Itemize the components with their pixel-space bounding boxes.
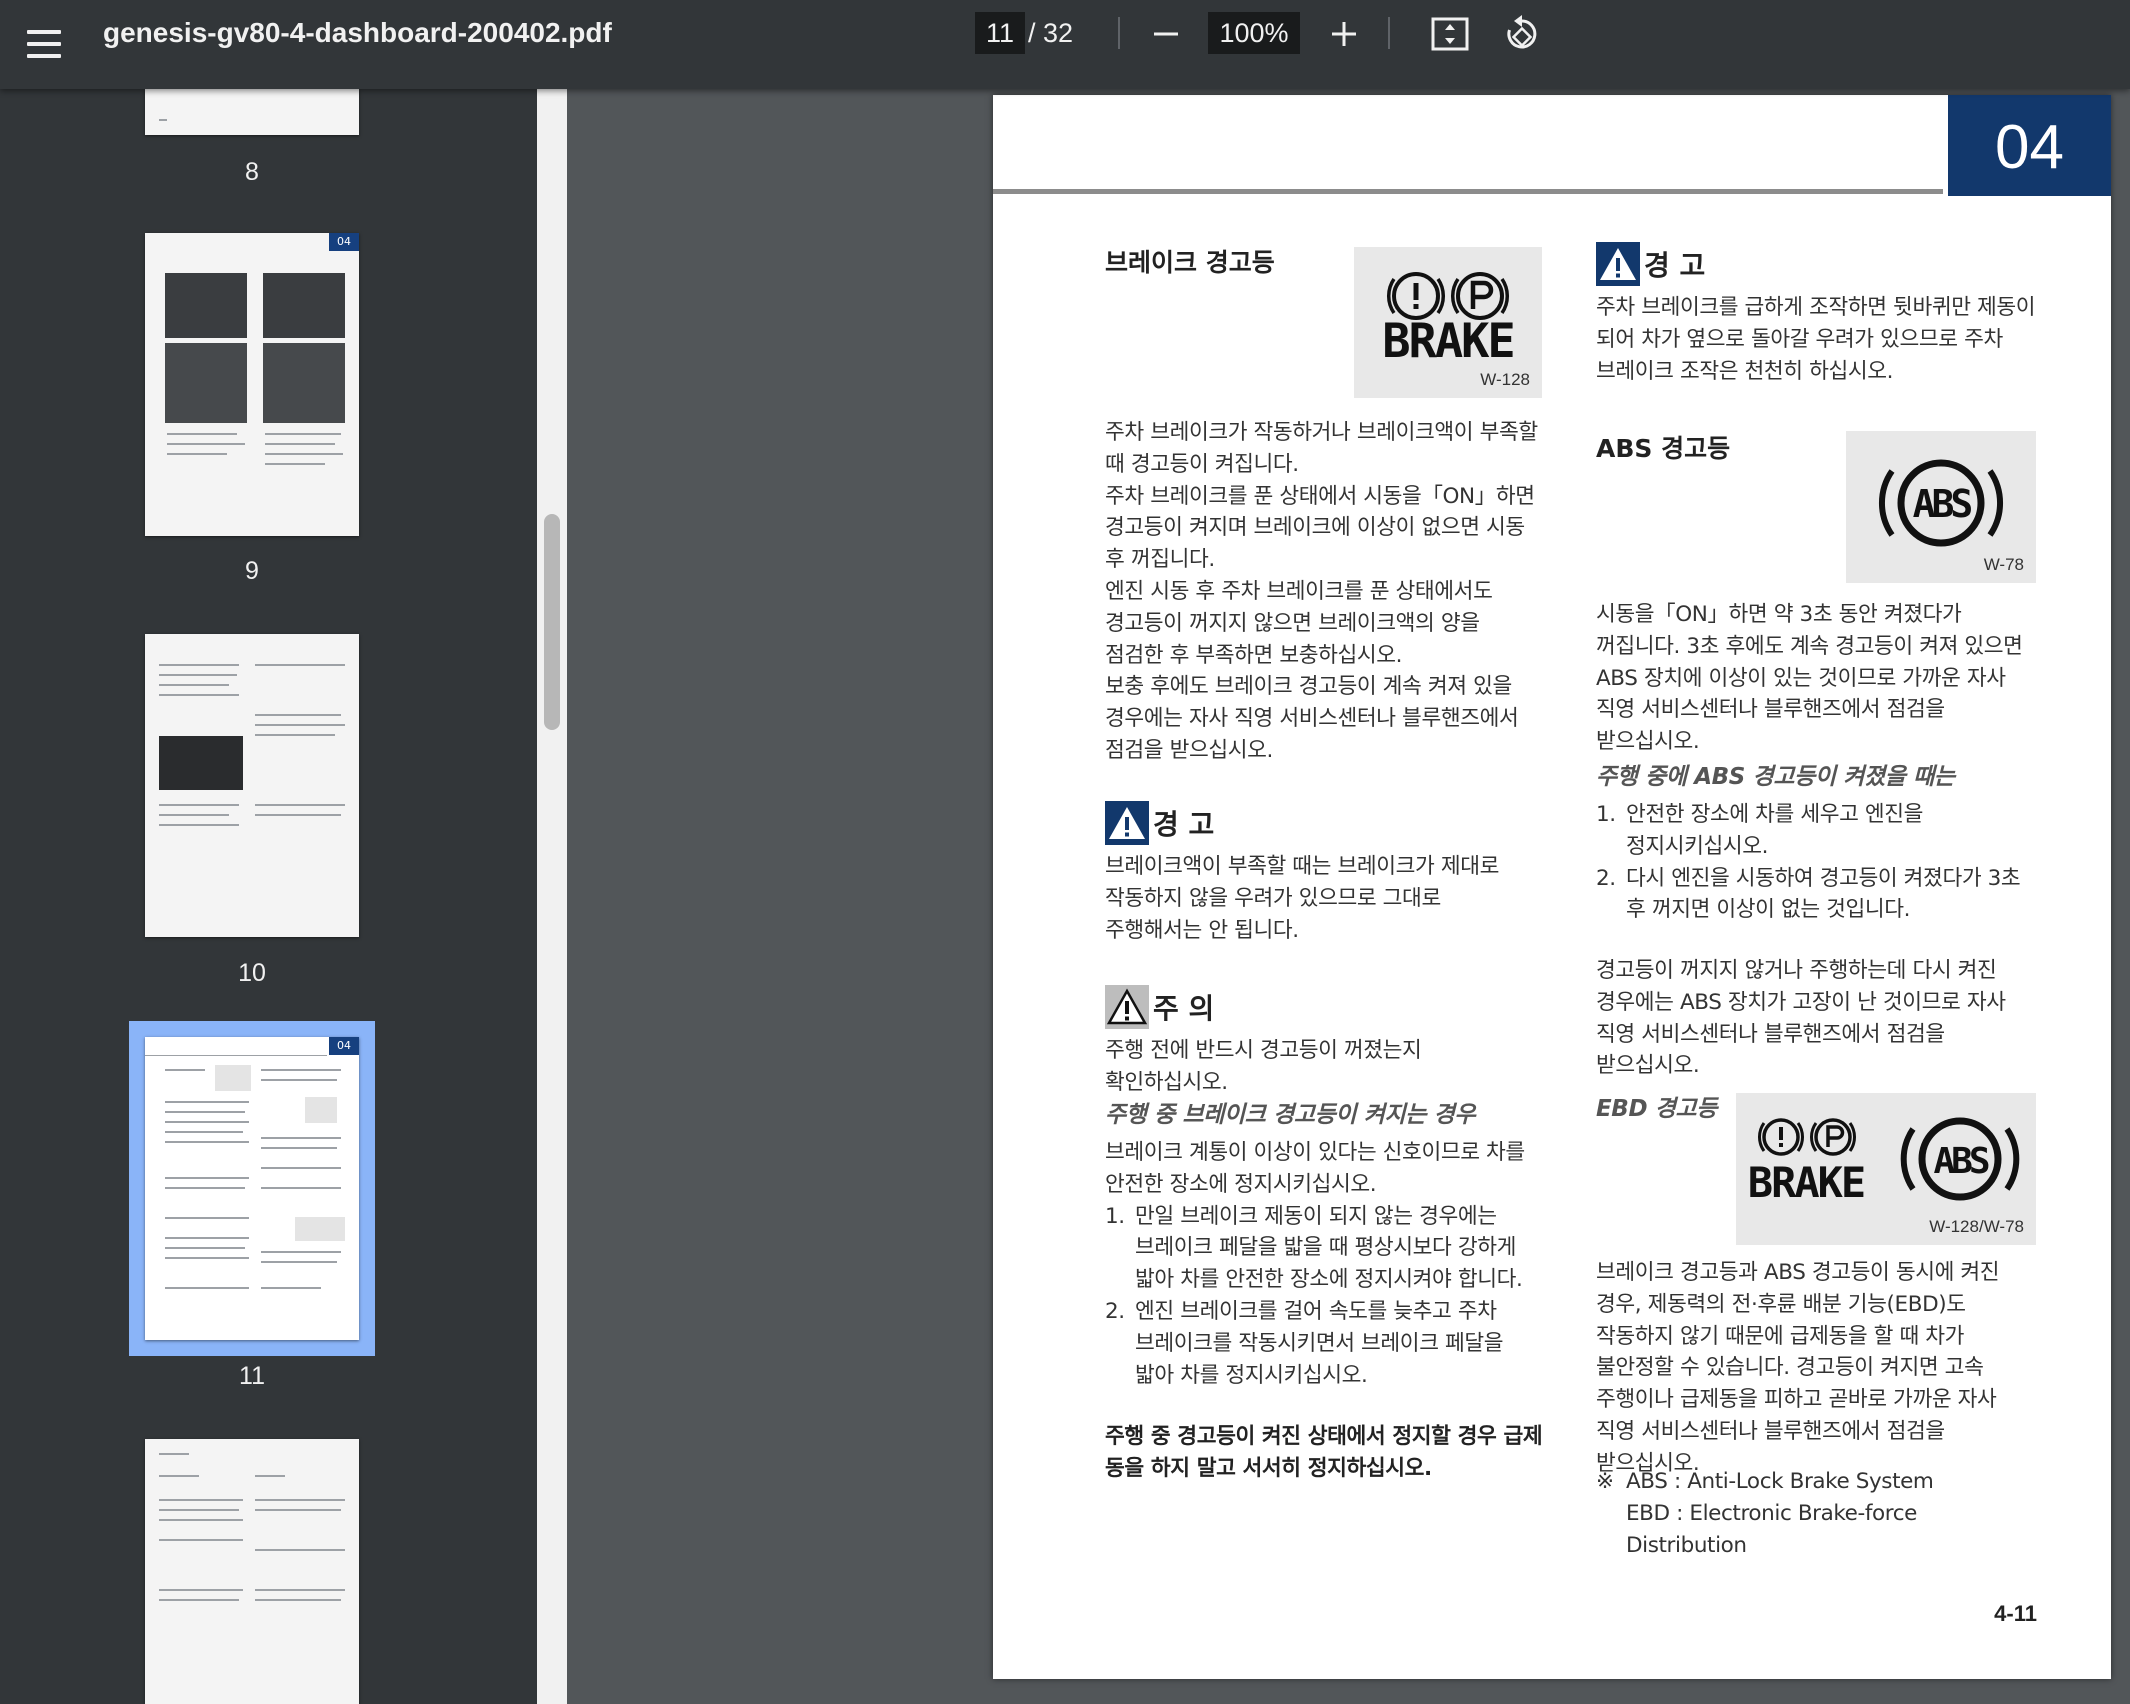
warning-title: 경 고 <box>1644 249 1706 282</box>
sidebar-scrollbar-thumb[interactable] <box>544 514 560 730</box>
warning-text: 브레이크액이 부족할 때는 브레이크가 제대로 작동하지 않을 우려가 있으므로… <box>1105 854 1499 943</box>
plus-icon[interactable] <box>1320 10 1368 58</box>
warning-box-left: 경 고 브레이크액이 부족할 때는 브레이크가 제대로 작동하지 않을 우려가 … <box>1105 801 1543 946</box>
caution-heading: 주 의 <box>1105 985 1543 1029</box>
zoom-level-input[interactable]: 100% <box>1208 12 1300 54</box>
thumbnail-label: 10 <box>238 959 266 987</box>
ebd-icon-code: W-128/W-78 <box>1929 1217 2024 1236</box>
warning-text: 주차 브레이크를 급하게 조작하면 뒷바퀴만 제동이 되어 차가 옆으로 돌아갈… <box>1596 295 2036 384</box>
warning-triangle-icon <box>1105 801 1149 845</box>
brake-icon-code: W-128 <box>1480 370 1530 389</box>
note-mark: ※ <box>1596 1469 1614 1494</box>
document-viewer: 04 브레이크 경고등 BRAKE W-128 주차 브레이크가 작동하거나 브… <box>567 89 2130 1704</box>
pdf-toolbar: genesis-gv80-4-dashboard-200402.pdf 11 /… <box>0 0 2130 89</box>
rotate-icon[interactable] <box>1498 10 1546 58</box>
brake-icon-text: BRAKE <box>1382 314 1515 369</box>
warning-title: 경 고 <box>1153 808 1215 841</box>
abs-after-text: 경고등이 꺼지지 않거나 주행하는데 다시 켜진 경우에는 ABS 장치가 고장… <box>1596 958 2006 1079</box>
warning-heading: 경 고 <box>1596 242 2036 286</box>
thumbnail-page-8[interactable] <box>145 89 359 135</box>
note-abs: ※ ABS : Anti-Lock Brake System <box>1596 1466 2036 1498</box>
sidebar-scrollbar[interactable] <box>537 89 567 1704</box>
thumbnail-page-9[interactable]: 04 <box>145 233 359 536</box>
caution-triangle-icon <box>1105 985 1149 1029</box>
thumbnail-chapter-badge: 04 <box>329 233 359 251</box>
abs-driving-title: 주행 중에 ABS 경고등이 켜졌을 때는 <box>1596 764 1955 790</box>
caution-text: 주행 전에 반드시 경고등이 꺼졌는지 확인하십시오. <box>1105 1038 1422 1095</box>
minus-icon[interactable] <box>1142 10 1190 58</box>
menu-icon[interactable] <box>14 14 74 74</box>
abs-driving-section: 주행 중에 ABS 경고등이 켜졌을 때는 1. 안전한 장소에 차를 세우고 … <box>1596 757 2036 926</box>
warning-box-right: 경 고 주차 브레이크를 급하게 조작하면 뒷바퀴만 제동이 되어 차가 옆으로… <box>1596 242 2036 387</box>
abbreviation-notes: ※ ABS : Anti-Lock Brake System EBD : Ele… <box>1596 1466 2036 1561</box>
brake-paragraph: 주차 브레이크가 작동하거나 브레이크액이 부족할 때 경고등이 켜집니다. <box>1105 420 1538 477</box>
abs-driving-list: 1. 안전한 장소에 차를 세우고 엔진을 정지시키십시오. 2. 다시 엔진을… <box>1596 799 2036 926</box>
page-total: / 32 <box>1028 18 1074 48</box>
list-item: 1. 만일 브레이크 제동이 되지 않는 경우에는 브레이크 페달을 밟을 때 … <box>1105 1203 1523 1293</box>
list-item: 1. 안전한 장소에 차를 세우고 엔진을 정지시키십시오. <box>1596 802 1924 859</box>
brake-paragraph: 보충 후에도 브레이크 경고등이 계속 켜져 있을 경우에는 자사 직영 서비스… <box>1105 674 1519 763</box>
toolbar-divider <box>1118 17 1120 49</box>
driving-brake-text: 브레이크 계통이 이상이 있다는 신호이므로 차를 안전한 장소에 정지시키십시… <box>1105 1140 1525 1197</box>
driving-brake-section: 주행 중 브레이크 경고등이 켜지는 경우 브레이크 계통이 이상이 있다는 신… <box>1105 1095 1543 1485</box>
warning-triangle-icon <box>1596 242 1640 286</box>
abs-icon-text: ABS <box>1913 482 1972 526</box>
thumbnail-page-12[interactable] <box>145 1439 359 1704</box>
ebd-brake-icon-text: BRAKE <box>1748 1158 1864 1207</box>
brake-description: 주차 브레이크가 작동하거나 브레이크액이 부족할 때 경고등이 켜집니다. 주… <box>1105 417 1543 767</box>
list-item: 2. 엔진 브레이크를 걸어 속도를 늦추고 주차 브레이크를 작동시키면서 브… <box>1105 1298 1504 1388</box>
note-ebd: EBD : Electronic Brake-force Distributio… <box>1626 1500 1917 1558</box>
thumbnail-label: 8 <box>245 158 259 186</box>
ebd-warning-title: EBD 경고등 <box>1596 1096 1718 1122</box>
chapter-tab: 04 <box>1948 95 2111 196</box>
brake-paragraph: 엔진 시동 후 주차 브레이크를 푼 상태에서도 경고등이 꺼지지 않으면 브레… <box>1105 578 1493 668</box>
page-number: 4-11 <box>1994 1601 2037 1626</box>
toolbar-divider <box>1388 17 1390 49</box>
thumbnail-label: 9 <box>245 557 259 585</box>
thumbnail-chapter-badge: 04 <box>329 1037 359 1055</box>
caution-title: 주 의 <box>1153 992 1215 1025</box>
abs-icon-code: W-78 <box>1983 555 2024 574</box>
brake-paragraph: 주차 브레이크를 푼 상태에서 시동을「ON」하면 경고등이 켜지며 브레이크에… <box>1105 483 1535 573</box>
abs-icon-box: ABS W-78 <box>1846 431 2036 583</box>
thumbnail-page-10[interactable] <box>145 634 359 937</box>
document-title: genesis-gv80-4-dashboard-200402.pdf <box>103 17 612 48</box>
brake-icon-box: BRAKE W-128 <box>1354 247 1542 398</box>
fit-page-icon[interactable] <box>1426 10 1474 58</box>
list-item: 2. 다시 엔진을 시동하여 경고등이 켜졌다가 3초 후 꺼지면 이상이 없는… <box>1596 865 2021 923</box>
brake-warning-title: 브레이크 경고등 <box>1105 248 1275 277</box>
thumbnail-label: 11 <box>239 1362 265 1390</box>
driving-brake-list: 1. 만일 브레이크 제동이 되지 않는 경우에는 브레이크 페달을 밟을 때 … <box>1105 1201 1543 1392</box>
caution-box: 주 의 주행 전에 반드시 경고등이 꺼졌는지 확인하십시오. <box>1105 985 1543 1099</box>
ebd-abs-icon-text: ABS <box>1933 1141 1988 1182</box>
abs-description: 시동을「ON」하면 약 3초 동안 켜졌다가 꺼집니다. 3초 후에도 계속 경… <box>1596 602 2023 755</box>
thumbnail-page-11[interactable]: 04 <box>145 1037 359 1340</box>
driving-brake-bold-note: 주행 중 경고등이 켜진 상태에서 정지할 경우 급제동을 하지 말고 서서히 … <box>1105 1424 1543 1482</box>
pdf-page: 04 브레이크 경고등 BRAKE W-128 주차 브레이크가 작동하거나 브… <box>993 95 2111 1679</box>
header-rule <box>993 189 1943 194</box>
driving-brake-title: 주행 중 브레이크 경고등이 켜지는 경우 <box>1105 1102 1476 1128</box>
abs-warning-title: ABS 경고등 <box>1596 434 1731 463</box>
ebd-icon-box: BRAKE ABS W-128/W-78 <box>1736 1093 2036 1245</box>
warning-heading: 경 고 <box>1105 801 1543 845</box>
ebd-description: 브레이크 경고등과 ABS 경고등이 동시에 켜진 경우, 제동력의 전·후륜 … <box>1596 1260 2000 1476</box>
page-number-input[interactable]: 11 <box>975 12 1025 54</box>
thumbnail-sidebar: 8 04 9 10 04 11 <box>0 89 537 1704</box>
